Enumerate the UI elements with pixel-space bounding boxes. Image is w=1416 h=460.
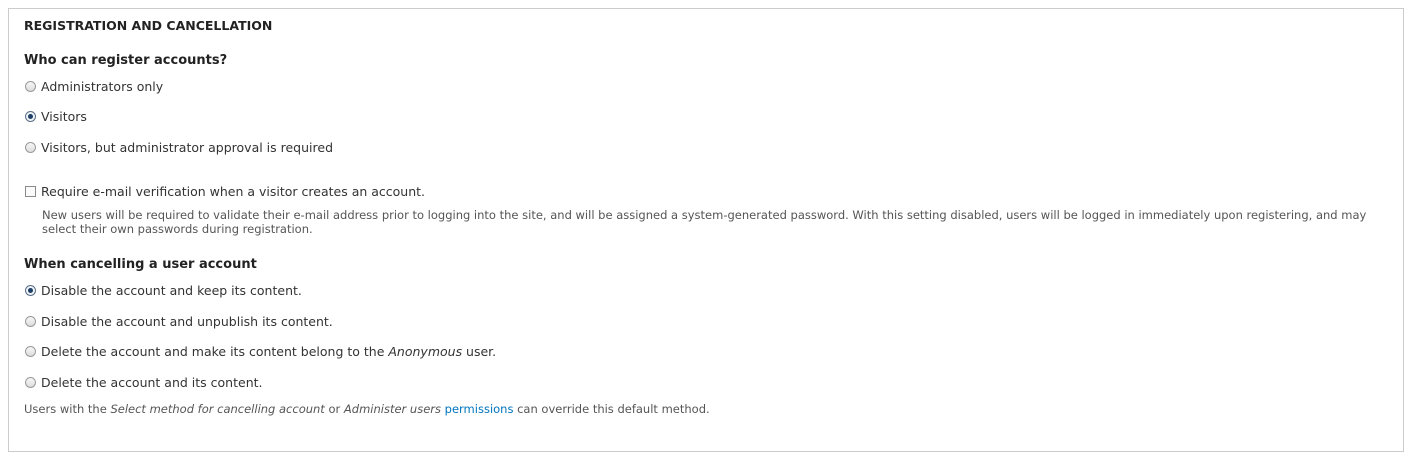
radio-visitors[interactable]: Visitors xyxy=(25,109,87,124)
cancel-method-note: Users with the Select method for cancell… xyxy=(24,402,710,416)
anonymous-emphasis: Anonymous xyxy=(388,344,463,359)
email-verification-description: New users will be required to validate t… xyxy=(42,208,1367,236)
radio-administrators-only[interactable]: Administrators only xyxy=(25,79,163,94)
note-text: can override this default method. xyxy=(513,402,710,416)
email-verification-checkbox[interactable]: Require e-mail verification when a visit… xyxy=(25,184,425,199)
radio-icon[interactable] xyxy=(25,377,36,388)
checkbox-label: Require e-mail verification when a visit… xyxy=(41,184,426,199)
radio-label-part: Delete the account and make its content … xyxy=(41,344,389,359)
radio-label: Administrators only xyxy=(41,79,164,94)
radio-label: Disable the account and keep its content… xyxy=(41,283,302,298)
permission-name: Select method for cancelling account xyxy=(110,402,325,416)
radio-disable-keep-content[interactable]: Disable the account and keep its content… xyxy=(25,283,302,298)
radio-label: Visitors xyxy=(41,109,87,124)
radio-visitors-approval[interactable]: Visitors, but administrator approval is … xyxy=(25,140,333,155)
radio-icon[interactable] xyxy=(25,142,36,153)
radio-icon[interactable] xyxy=(25,81,36,92)
checkbox-icon[interactable] xyxy=(25,186,36,197)
radio-checked-icon[interactable] xyxy=(25,285,36,296)
radio-checked-icon[interactable] xyxy=(25,111,36,122)
radio-delete-with-content[interactable]: Delete the account and its content. xyxy=(25,375,262,390)
registration-fieldset: REGISTRATION AND CANCELLATION Who can re… xyxy=(8,8,1404,452)
radio-label: Delete the account and its content. xyxy=(41,375,263,390)
cancelling-account-label: When cancelling a user account xyxy=(24,257,257,272)
permissions-link[interactable]: permissions xyxy=(445,402,514,416)
radio-label: Delete the account and make its content … xyxy=(41,344,496,359)
radio-label: Disable the account and unpublish its co… xyxy=(41,314,333,329)
note-text: or xyxy=(324,402,344,416)
fieldset-legend: REGISTRATION AND CANCELLATION xyxy=(24,18,273,33)
radio-label: Visitors, but administrator approval is … xyxy=(41,140,334,155)
radio-label-part: user. xyxy=(462,344,497,359)
permission-name: Administer users xyxy=(343,402,441,416)
radio-delete-reassign-anonymous[interactable]: Delete the account and make its content … xyxy=(25,344,496,359)
radio-disable-unpublish-content[interactable]: Disable the account and unpublish its co… xyxy=(25,314,333,329)
note-text: Users with the xyxy=(24,402,111,416)
radio-icon[interactable] xyxy=(25,316,36,327)
radio-icon[interactable] xyxy=(25,346,36,357)
register-accounts-label: Who can register accounts? xyxy=(24,53,228,68)
